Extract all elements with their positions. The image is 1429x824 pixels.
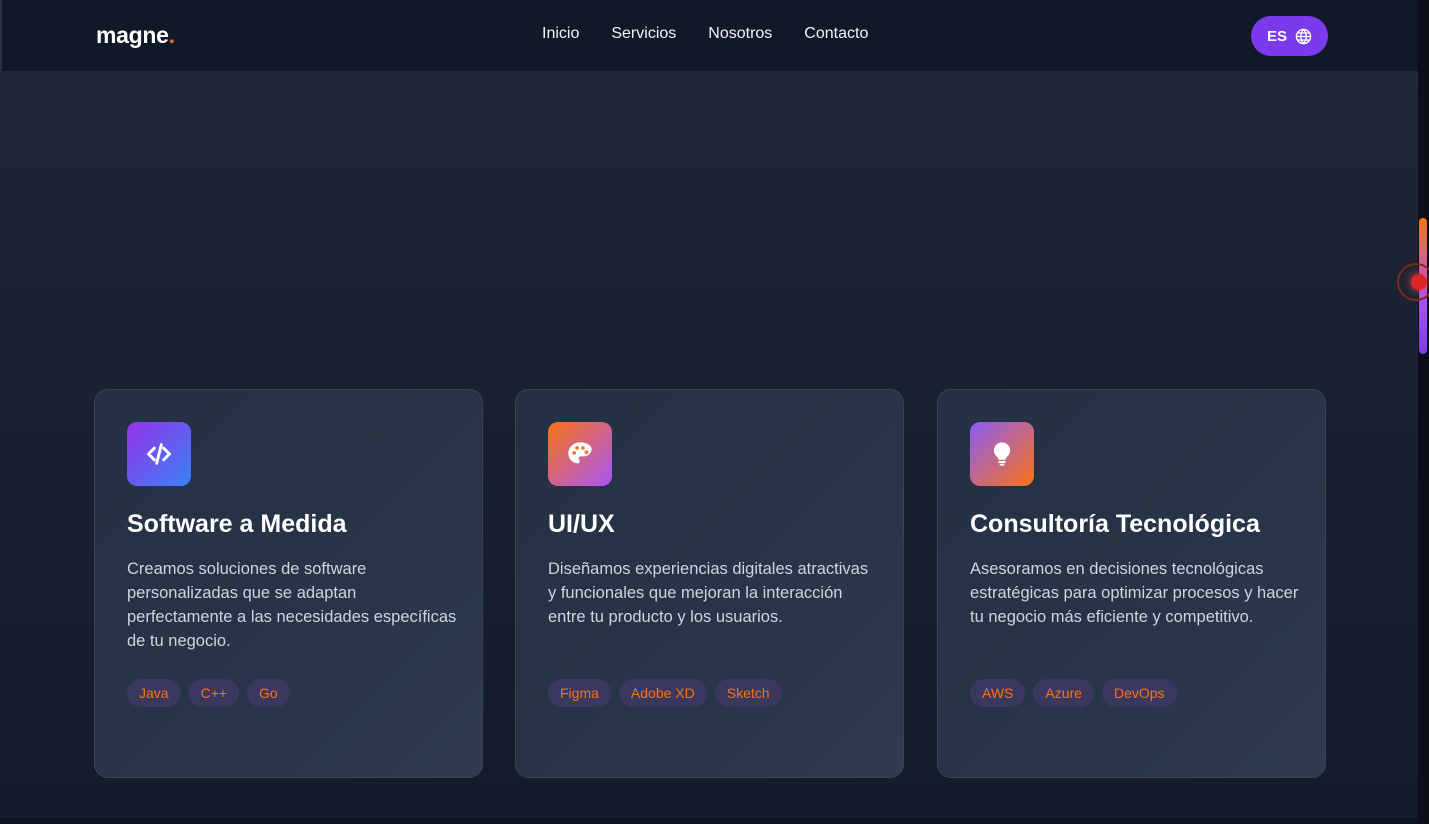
navbar: magne. Inicio Servicios Nosotros Contact…	[0, 0, 1418, 72]
tag-list: AWS Azure DevOps	[970, 679, 1177, 707]
tag: Sketch	[714, 679, 782, 707]
card-description: Diseñamos experiencias digitales atracti…	[548, 560, 869, 626]
tag: Adobe XD	[618, 679, 707, 707]
card-title: Software a Medida	[127, 510, 347, 538]
tag: C++	[188, 679, 240, 707]
language-button[interactable]: ES	[1251, 16, 1328, 56]
nav-link-inicio[interactable]: Inicio	[542, 25, 579, 43]
logo[interactable]: magne.	[96, 22, 175, 49]
service-card-software[interactable]: Software a Medida Creamos soluciones de …	[94, 389, 483, 778]
lightbulb-icon	[970, 422, 1034, 486]
tag: DevOps	[1101, 679, 1177, 707]
tag-list: Figma Adobe XD Sketch	[548, 679, 782, 707]
code-icon	[127, 422, 191, 486]
card-description: Creamos soluciones de software personali…	[127, 560, 457, 650]
service-card-consulting[interactable]: Consultoría Tecnológica Asesoramos en de…	[937, 389, 1326, 778]
card-description: Asesoramos en decisiones tecnológicas es…	[970, 560, 1299, 626]
tag: AWS	[970, 679, 1026, 707]
service-card-uiux[interactable]: UI/UX Diseñamos experiencias digitales a…	[515, 389, 904, 778]
tag: Java	[127, 679, 181, 707]
card-title: UI/UX	[548, 510, 615, 538]
window-edge	[1418, 0, 1429, 824]
nav-link-contacto[interactable]: Contacto	[804, 25, 868, 43]
section-divider	[0, 818, 1418, 824]
tag-list: Java C++ Go	[127, 679, 290, 707]
tag: Figma	[548, 679, 611, 707]
tag: Azure	[1033, 679, 1094, 707]
nav-link-servicios[interactable]: Servicios	[611, 25, 676, 43]
nav-links: Inicio Servicios Nosotros Contacto	[542, 25, 868, 43]
floating-indicator[interactable]	[1397, 263, 1429, 301]
globe-icon	[1295, 27, 1312, 45]
card-title: Consultoría Tecnológica	[970, 510, 1260, 538]
tag: Go	[247, 679, 290, 707]
language-label: ES	[1266, 27, 1287, 45]
palette-icon	[548, 422, 612, 486]
nav-link-nosotros[interactable]: Nosotros	[708, 25, 772, 43]
